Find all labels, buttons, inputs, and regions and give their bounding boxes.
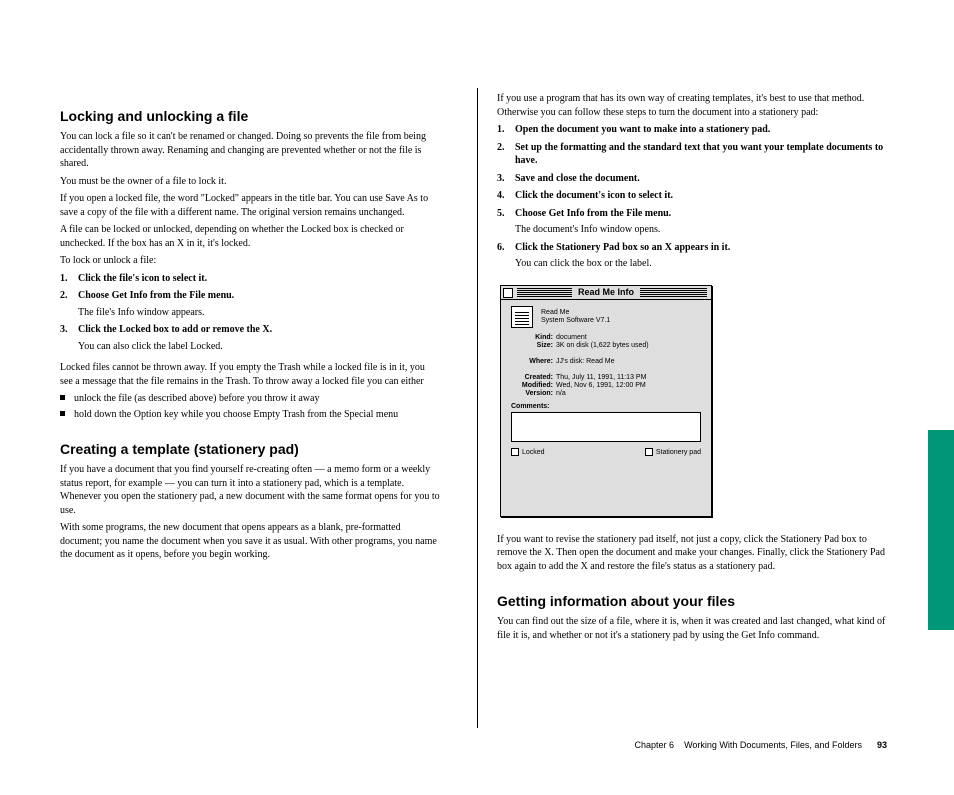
- info-row-modified: Modified: Wed, Nov 6, 1991, 12:00 PM: [511, 382, 701, 389]
- info-row-kind: Kind: document: [511, 334, 701, 341]
- page-thumb-tab: [928, 430, 954, 630]
- value-created: Thu, July 11, 1991, 11:13 PM: [556, 374, 701, 381]
- step-text: Click the Stationery Pad box so an X app…: [515, 242, 730, 253]
- paragraph: Locked files cannot be thrown away. If y…: [60, 361, 440, 388]
- step-text: Click the document's icon to select it.: [515, 190, 673, 201]
- info-titlebar: Read Me Info: [501, 286, 711, 300]
- info-app-name: System Software V7.1: [541, 317, 610, 325]
- close-box-icon[interactable]: [503, 288, 513, 298]
- document-icon: [511, 306, 533, 328]
- label-size: Size:: [511, 342, 553, 349]
- value-version: n/a: [556, 390, 701, 397]
- step-text: Choose Get Info from the File menu.: [515, 208, 671, 219]
- checkbox-icon: [645, 448, 653, 456]
- value-kind: document: [556, 334, 701, 341]
- page-footer: Chapter 6 Working With Documents, Files,…: [497, 740, 887, 750]
- paragraph: A file can be locked or unlocked, depend…: [60, 223, 440, 250]
- paragraph: You must be the owner of a file to lock …: [60, 175, 440, 189]
- label-created: Created:: [511, 374, 553, 381]
- step-text: Choose Get Info from the File menu.: [78, 290, 234, 301]
- info-row-where: Where: JJ's disk: Read Me: [511, 358, 701, 365]
- list-item: Open the document you want to make into …: [497, 123, 887, 137]
- step-sub: The file's Info window appears.: [78, 306, 440, 320]
- list-item: Choose Get Info from the File menu. The …: [497, 207, 887, 237]
- heading-stationery: Creating a template (stationery pad): [60, 441, 440, 457]
- step-text: Save and close the document.: [515, 173, 640, 184]
- list-item: Set up the formatting and the standard t…: [497, 141, 887, 168]
- paragraph: To lock or unlock a file:: [60, 254, 440, 268]
- paragraph: If you want to revise the stationery pad…: [497, 533, 887, 574]
- value-size: 3K on disk (1,622 bytes used): [556, 342, 701, 349]
- info-name-block: Read Me System Software V7.1: [541, 309, 610, 326]
- step-text: Click the file's icon to select it.: [78, 273, 207, 284]
- list-item: hold down the Option key while you choos…: [60, 408, 440, 422]
- info-file-name: Read Me: [541, 309, 610, 317]
- list-item: Click the Locked box to add or remove th…: [60, 323, 440, 353]
- step-text: Set up the formatting and the standard t…: [515, 142, 883, 167]
- value-where: JJ's disk: Read Me: [556, 358, 701, 365]
- info-row-size: Size: 3K on disk (1,622 bytes used): [511, 342, 701, 349]
- label-comments: Comments:: [511, 403, 701, 410]
- heading-lock-unlock: Locking and unlocking a file: [60, 108, 440, 124]
- list-item: Click the document's icon to select it.: [497, 189, 887, 203]
- comments-field[interactable]: [511, 412, 701, 442]
- step-sub: You can click the box or the label.: [515, 257, 887, 271]
- paragraph: You can find out the size of a file, whe…: [497, 615, 887, 642]
- paragraph: If you have a document that you find you…: [60, 463, 440, 517]
- label-modified: Modified:: [511, 382, 553, 389]
- info-body: Read Me System Software V7.1 Kind: docum…: [501, 300, 711, 460]
- step-text: Click the Locked box to add or remove th…: [78, 324, 272, 335]
- info-row-created: Created: Thu, July 11, 1991, 11:13 PM: [511, 374, 701, 381]
- stationery-label: Stationery pad: [656, 449, 701, 456]
- list-item: Choose Get Info from the File menu. The …: [60, 289, 440, 319]
- paragraph: If you use a program that has its own wa…: [497, 92, 887, 119]
- paragraph: If you open a locked file, the word "Loc…: [60, 192, 440, 219]
- footer-chapter: Chapter 6: [635, 740, 675, 750]
- column-divider: [477, 88, 478, 728]
- footer-title: Working With Documents, Files, and Folde…: [684, 740, 862, 750]
- info-row-version: Version: n/a: [511, 390, 701, 397]
- value-modified: Wed, Nov 6, 1991, 12:00 PM: [556, 382, 701, 389]
- left-column: Locking and unlocking a file You can loc…: [60, 88, 460, 566]
- locked-checkbox[interactable]: Locked: [511, 448, 545, 456]
- lock-bullets: unlock the file (as described above) bef…: [60, 392, 440, 421]
- label-version: Version:: [511, 390, 553, 397]
- step-sub: The document's Info window opens.: [515, 223, 887, 237]
- info-window-title: Read Me Info: [572, 287, 640, 297]
- label-where: Where:: [511, 358, 553, 365]
- step-text: Open the document you want to make into …: [515, 124, 770, 135]
- paragraph: You can lock a file so it can't be renam…: [60, 130, 440, 171]
- get-info-window: Read Me Info Read Me System Software V7.…: [500, 285, 712, 517]
- lock-steps: Click the file's icon to select it. Choo…: [60, 272, 440, 354]
- stationery-steps: Open the document you want to make into …: [497, 123, 887, 271]
- footer-page: 93: [877, 740, 887, 750]
- paragraph: With some programs, the new document tha…: [60, 521, 440, 562]
- heading-get-info: Getting information about your files: [497, 593, 887, 609]
- label-kind: Kind:: [511, 334, 553, 341]
- list-item: unlock the file (as described above) bef…: [60, 392, 440, 406]
- stationery-checkbox[interactable]: Stationery pad: [645, 448, 701, 456]
- list-item: Click the Stationery Pad box so an X app…: [497, 241, 887, 271]
- list-item: Save and close the document.: [497, 172, 887, 186]
- locked-label: Locked: [522, 449, 545, 456]
- step-sub: You can also click the label Locked.: [78, 340, 440, 354]
- list-item: Click the file's icon to select it.: [60, 272, 440, 286]
- checkbox-icon: [511, 448, 519, 456]
